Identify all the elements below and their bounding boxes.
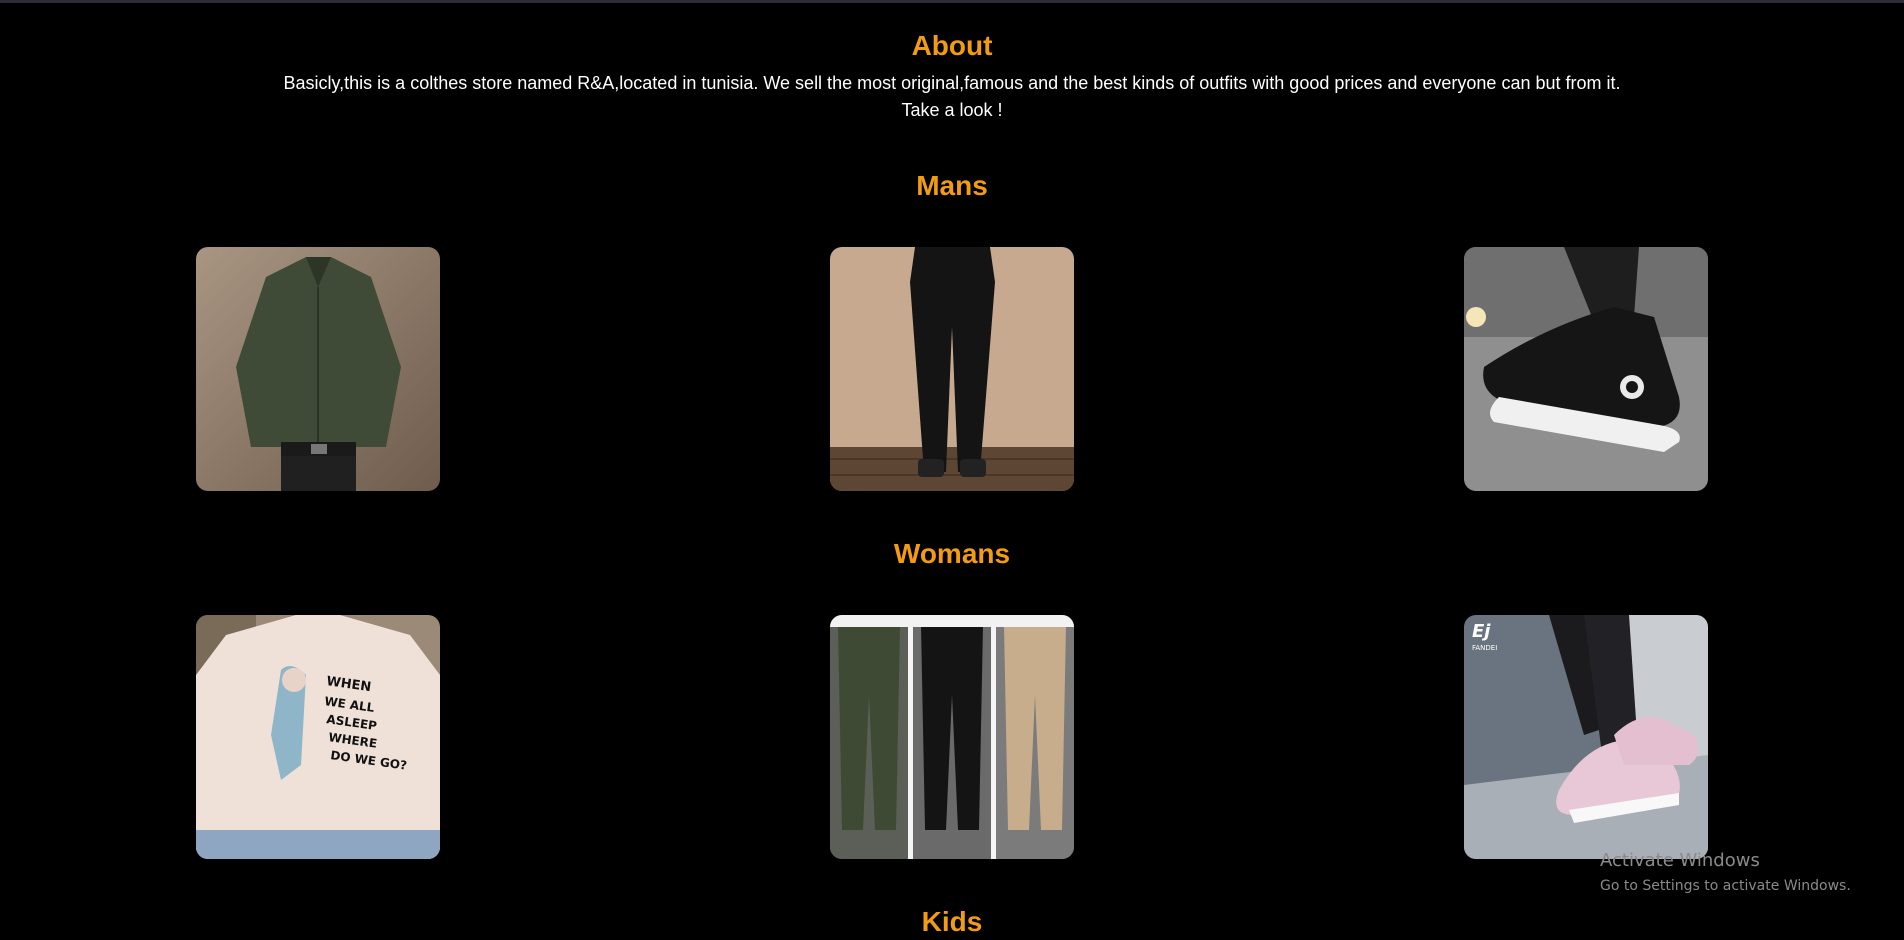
- black-pants-photo-icon: [830, 247, 1074, 491]
- product-card-mans-pants[interactable]: [830, 247, 1074, 491]
- product-card-womans-pants[interactable]: [830, 615, 1074, 859]
- windows-activation-watermark: Activate Windows Go to Settings to activ…: [1600, 850, 1851, 896]
- product-card-mans-sneakers[interactable]: [1464, 247, 1708, 491]
- mans-heading: Mans: [916, 170, 988, 201]
- three-pants-photo-icon: [830, 615, 1074, 859]
- black-sneakers-photo-icon: [1464, 247, 1708, 491]
- product-card-womans-tshirt[interactable]: WHEN WE ALL ASLEEP WHERE DO WE GO?: [196, 615, 440, 859]
- svg-text:Ej: Ej: [1472, 621, 1491, 642]
- watermark-title: Activate Windows: [1600, 850, 1760, 871]
- green-shirt-photo-icon: [196, 247, 440, 491]
- watermark-subtitle: Go to Settings to activate Windows.: [1600, 878, 1851, 894]
- pink-sneakers-photo-icon: Ej FANDEI: [1464, 615, 1708, 859]
- about-description: Basicly,this is a colthes store named R&…: [283, 73, 1621, 93]
- about-heading: About: [911, 30, 993, 61]
- product-card-mans-shirt[interactable]: [196, 247, 440, 491]
- kids-heading: Kids: [921, 906, 983, 937]
- product-card-womans-sneakers[interactable]: Ej FANDEI: [1464, 615, 1708, 859]
- womans-heading: Womans: [893, 538, 1011, 569]
- fandei-logo-text: FANDEI: [1472, 644, 1497, 652]
- window-top-border: [0, 0, 1904, 3]
- about-call-to-action: Take a look !: [901, 100, 1003, 120]
- graphic-tshirt-photo-icon: WHEN WE ALL ASLEEP WHERE DO WE GO?: [196, 615, 440, 859]
- page: About Basicly,this is a colthes store na…: [0, 0, 1904, 940]
